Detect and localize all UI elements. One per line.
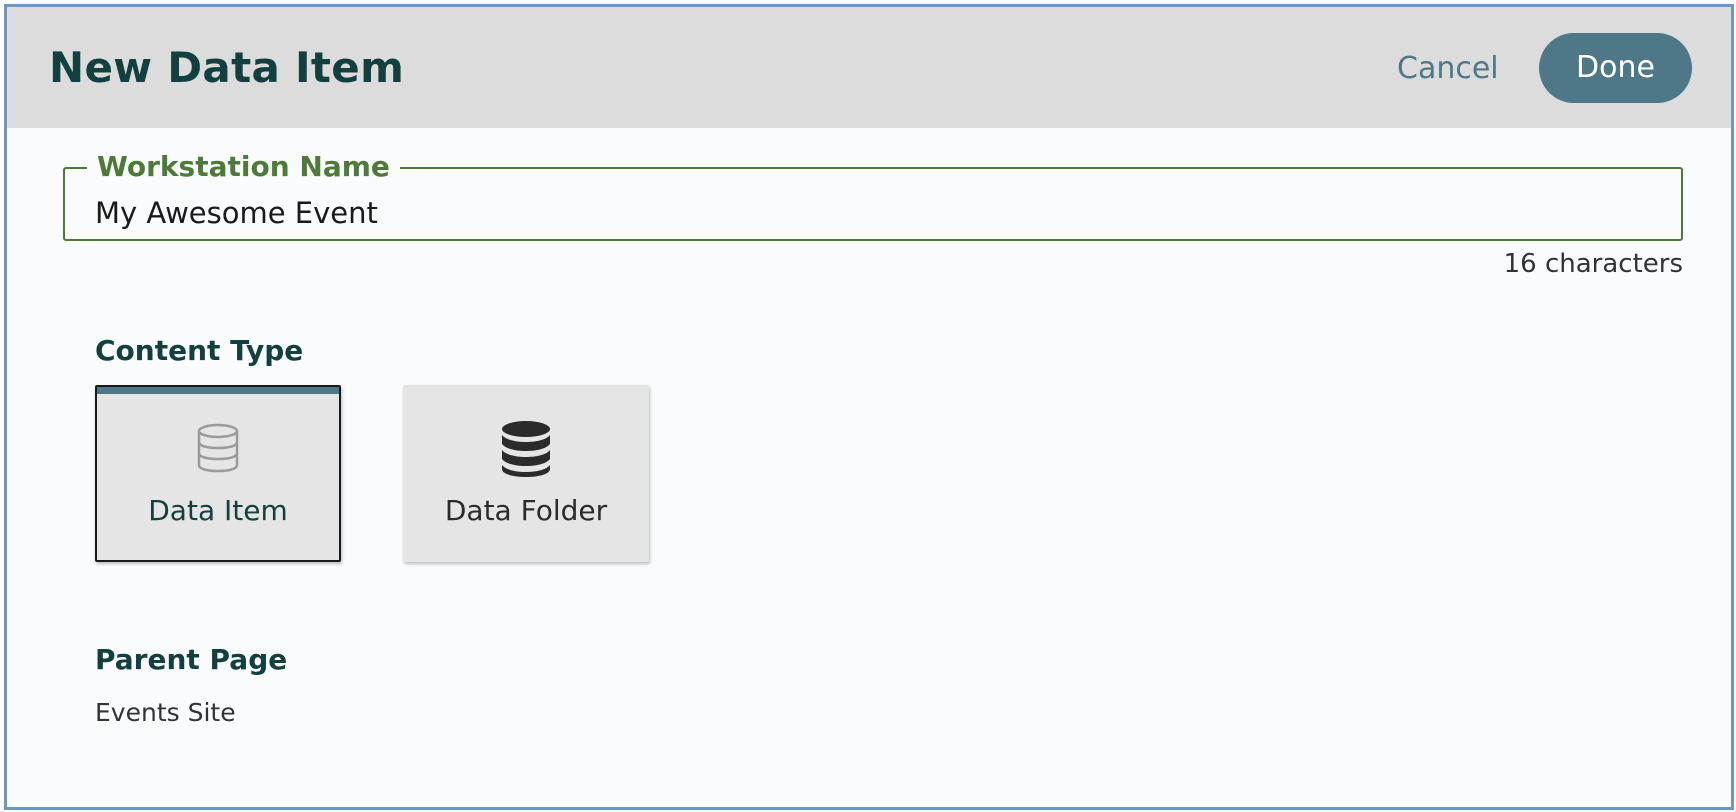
data-item-label: Data Item bbox=[148, 494, 288, 527]
parent-page-value: Events Site bbox=[95, 698, 236, 727]
content-type-heading: Content Type bbox=[95, 334, 304, 367]
cancel-button[interactable]: Cancel bbox=[1397, 51, 1499, 86]
character-count: 16 characters bbox=[1503, 249, 1683, 279]
dialog-header: New Data Item Cancel Done bbox=[7, 7, 1731, 128]
workstation-name-label: Workstation Name bbox=[87, 149, 400, 185]
content-type-option-data-item[interactable]: Data Item bbox=[95, 385, 341, 562]
page-title: New Data Item bbox=[49, 43, 405, 92]
database-outline-icon bbox=[196, 423, 240, 477]
workstation-name-value[interactable]: My Awesome Event bbox=[95, 195, 378, 231]
data-folder-label: Data Folder bbox=[444, 494, 608, 527]
parent-page-heading: Parent Page bbox=[95, 643, 288, 676]
content-type-option-data-folder[interactable]: Data Folder bbox=[403, 385, 649, 562]
database-solid-icon bbox=[501, 421, 551, 481]
new-data-item-dialog: New Data Item Cancel Done Workstation Na… bbox=[4, 4, 1734, 810]
done-button[interactable]: Done bbox=[1539, 33, 1692, 103]
